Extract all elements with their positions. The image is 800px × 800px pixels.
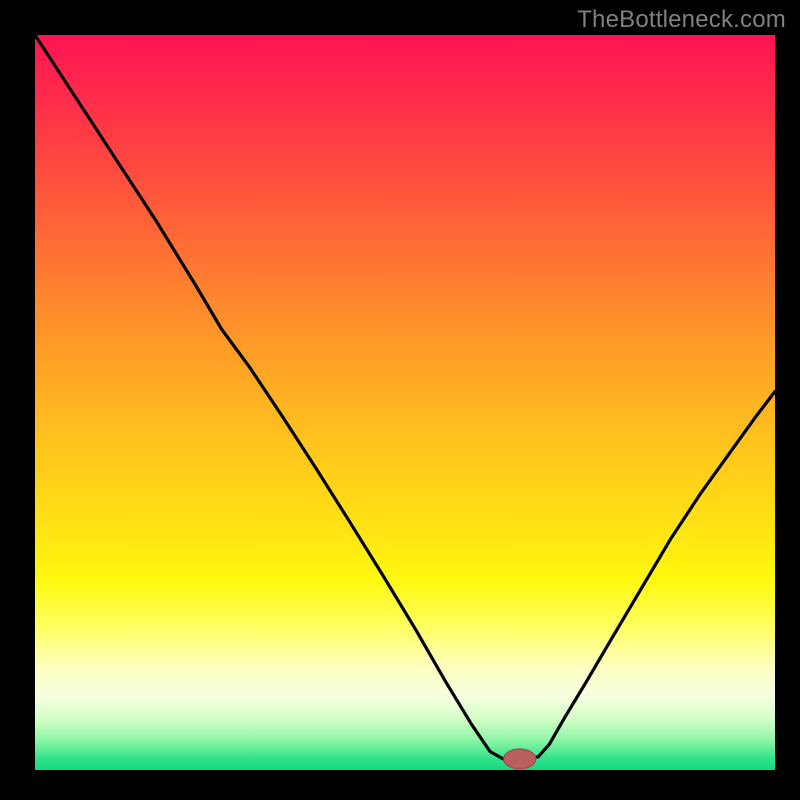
bottleneck-curve <box>35 35 775 759</box>
optimal-point-marker <box>504 749 536 769</box>
watermark-text: TheBottleneck.com <box>577 6 786 34</box>
plot-area <box>35 35 775 770</box>
chart-frame: TheBottleneck.com <box>0 0 800 800</box>
chart-svg <box>35 35 775 770</box>
